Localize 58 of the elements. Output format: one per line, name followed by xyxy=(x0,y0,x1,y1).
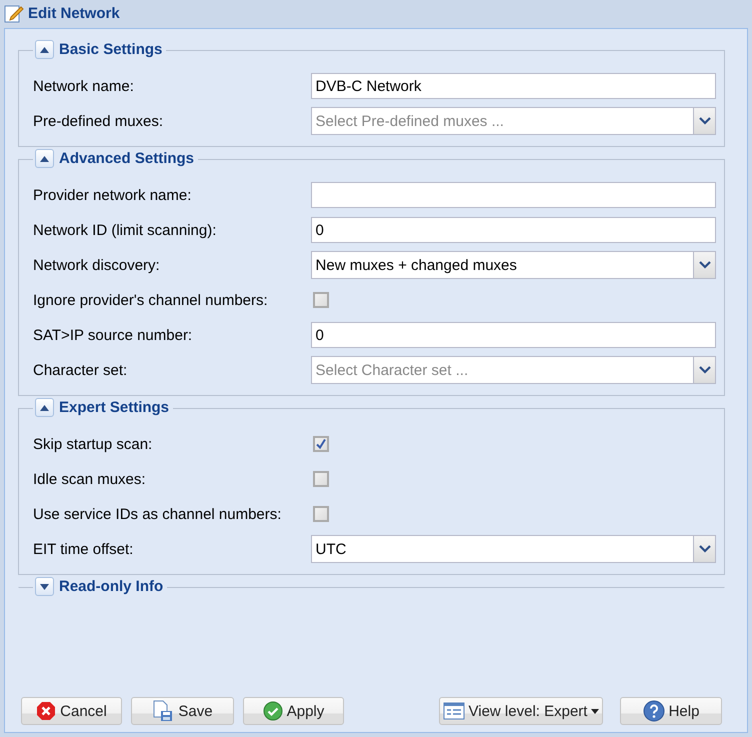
dialog-button[interactable]: Help xyxy=(620,697,722,725)
pencil-icon xyxy=(4,3,24,23)
dropdown-field[interactable]: Select Pre-defined muxes ... xyxy=(310,107,716,135)
field-label: Use service IDs as channel numbers: xyxy=(33,506,282,522)
collapse-button[interactable] xyxy=(35,398,54,417)
field-label: Pre-defined muxes: xyxy=(33,112,164,130)
window-title: Edit Network xyxy=(28,4,120,22)
checkbox[interactable] xyxy=(313,436,329,452)
field-label: Idle scan muxes: xyxy=(33,470,147,488)
field-label: Provider network name: xyxy=(33,186,192,204)
close-icon xyxy=(36,701,56,721)
help-icon xyxy=(642,700,665,722)
checkbox[interactable] xyxy=(313,471,329,487)
collapse-button[interactable] xyxy=(35,40,54,59)
checkmark-icon xyxy=(315,438,327,450)
field-label: Skip startup scan: xyxy=(33,436,154,452)
field-label: Network name: xyxy=(33,78,135,94)
check-icon xyxy=(262,701,283,721)
field-label: EIT time offset: xyxy=(33,540,134,558)
triangle-up-icon xyxy=(40,156,49,162)
chevron-down-icon xyxy=(698,117,710,125)
field-label: Ignore provider's channel numbers: xyxy=(33,292,269,308)
view-level-button[interactable]: View level: Expert xyxy=(439,697,603,725)
collapse-button[interactable] xyxy=(35,149,54,168)
dialog-button[interactable]: Apply xyxy=(243,697,344,725)
chevron-down-icon xyxy=(698,366,710,374)
chevron-down-icon xyxy=(698,545,710,553)
dialog-button[interactable]: Cancel xyxy=(21,697,122,725)
section-title: Advanced Settings xyxy=(59,150,194,167)
text-field[interactable] xyxy=(310,182,716,208)
dropdown-button[interactable] xyxy=(693,252,715,278)
dropdown-button[interactable] xyxy=(693,536,715,562)
section-title: Read-only Info xyxy=(59,578,164,595)
chevron-down-icon xyxy=(698,261,710,269)
dropdown-button[interactable] xyxy=(693,357,715,383)
dropdown-button[interactable] xyxy=(693,108,715,134)
dropdown-field[interactable]: UTC xyxy=(310,535,716,563)
field-label: SAT>IP source number: xyxy=(33,326,194,344)
triangle-down-icon xyxy=(40,584,49,590)
expand-button[interactable] xyxy=(35,577,54,596)
checkbox[interactable] xyxy=(313,506,329,522)
section-title: Basic Settings xyxy=(59,41,162,58)
save-icon xyxy=(152,700,174,722)
section-title: Expert Settings xyxy=(59,399,170,416)
field-label: Character set: xyxy=(33,362,128,378)
checkbox[interactable] xyxy=(313,292,329,308)
text-field[interactable]: 0 xyxy=(310,217,716,243)
triangle-up-icon xyxy=(40,46,49,52)
dropdown-field[interactable]: New muxes + changed muxes xyxy=(310,251,716,279)
list-icon xyxy=(442,702,465,720)
text-field[interactable]: 0 xyxy=(310,322,716,348)
field-label: Network discovery: xyxy=(33,256,161,274)
dropdown-field[interactable]: Select Character set ... xyxy=(310,356,716,384)
triangle-up-icon xyxy=(40,404,49,410)
field-label: Network ID (limit scanning): xyxy=(33,222,218,238)
text-field[interactable]: DVB-C Network xyxy=(310,73,716,99)
dialog-button[interactable]: Save xyxy=(131,697,234,725)
caret-icon xyxy=(591,708,600,714)
